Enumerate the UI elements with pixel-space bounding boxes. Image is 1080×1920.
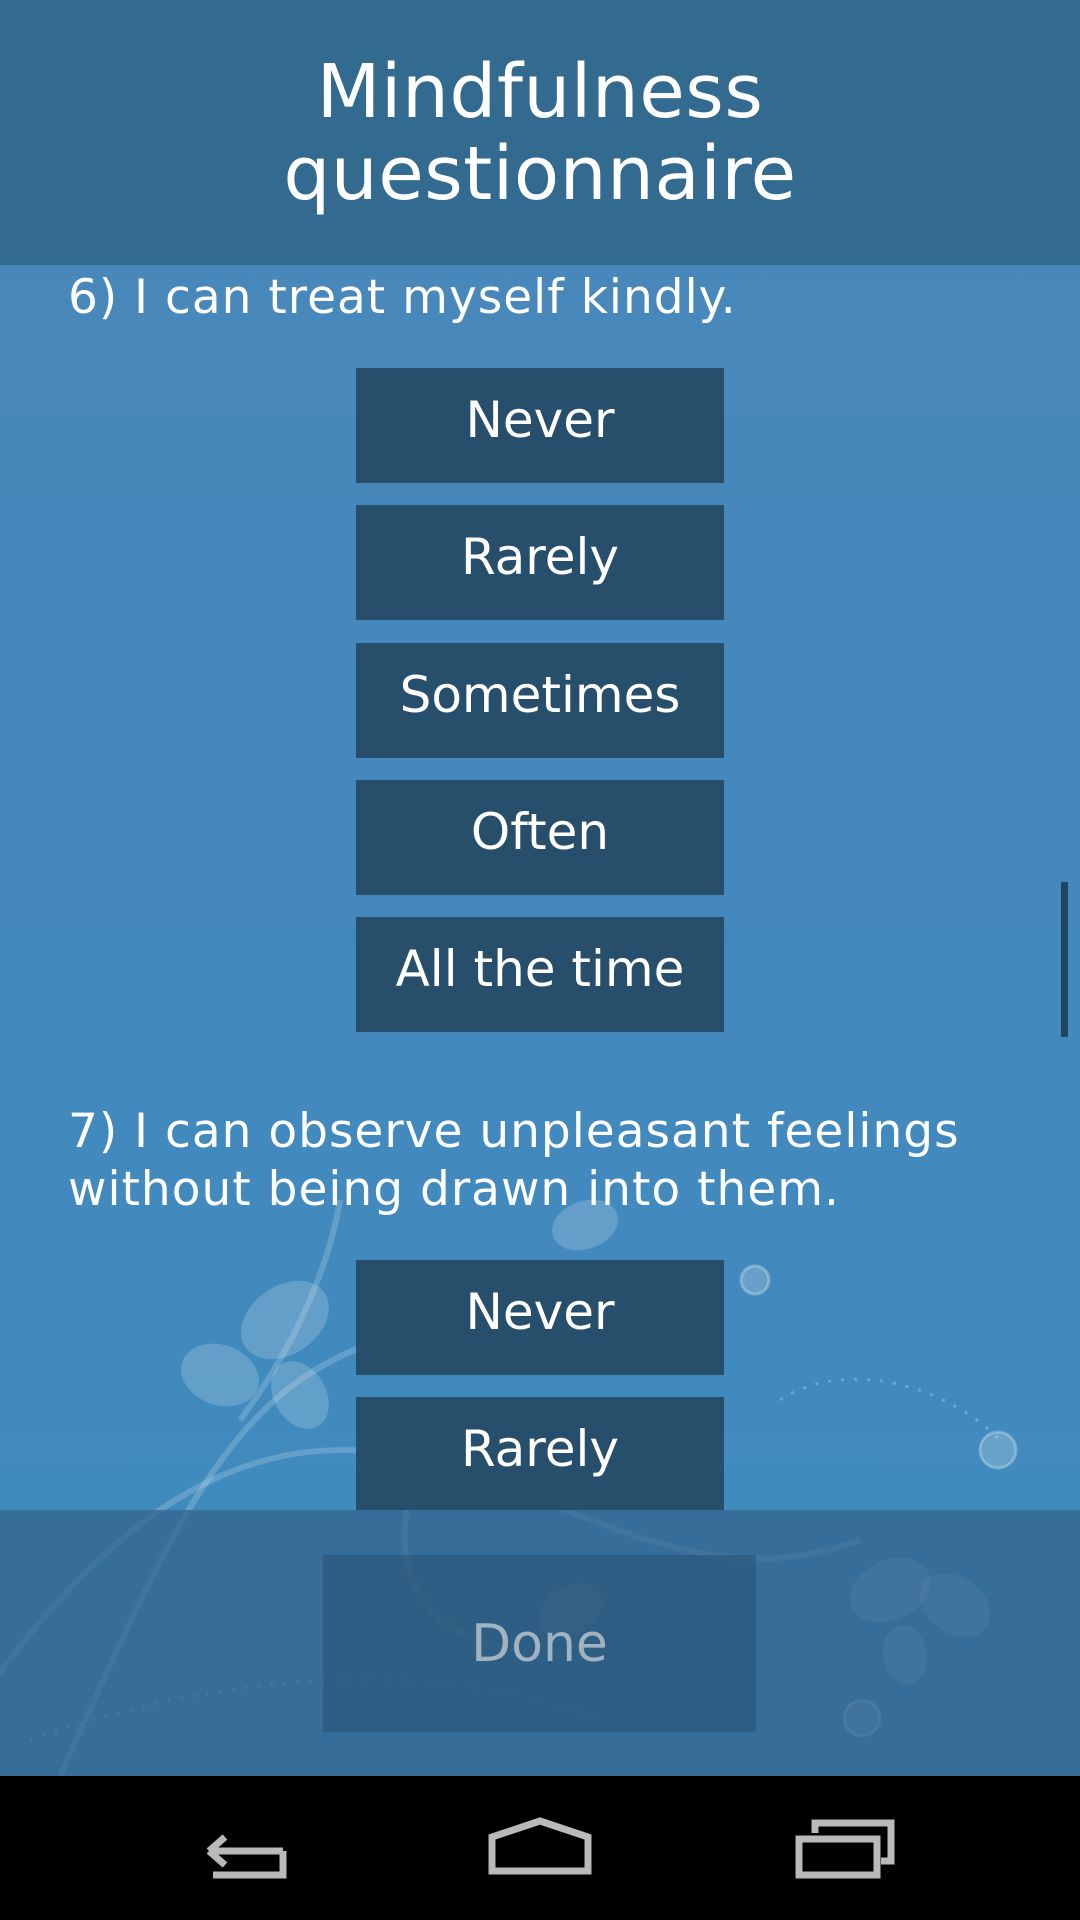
q6-answer-rarely-button[interactable]: Rarely [356, 505, 724, 620]
questionnaire-scroll-area[interactable]: 6) I can treat myself kindly. Never Rare… [0, 265, 1080, 1510]
q7-answer-rarely-button[interactable]: Rarely [356, 1397, 724, 1510]
home-button[interactable] [470, 1798, 610, 1898]
q6-answer-all-the-time-button[interactable]: All the time [356, 917, 724, 1032]
done-button[interactable]: Done [323, 1555, 756, 1732]
q6-answer-often-button[interactable]: Often [356, 780, 724, 895]
question-6-text: 6) I can treat myself kindly. [68, 270, 737, 325]
system-navigation-bar [0, 1776, 1080, 1920]
footer-bar: Done [0, 1510, 1080, 1776]
back-icon [206, 1834, 287, 1879]
page-title: Mindfulness questionnaire [283, 48, 797, 217]
q7-answer-never-button[interactable]: Never [356, 1260, 724, 1375]
home-icon [488, 1817, 592, 1875]
app-screen: Mindfulness questionnaire 6) I can treat… [0, 0, 1080, 1776]
q6-answer-sometimes-button[interactable]: Sometimes [356, 643, 724, 758]
recent-apps-icon [795, 1819, 895, 1879]
recent-apps-button[interactable] [775, 1798, 915, 1898]
question-7-text: 7) I can observe unpleasant feelings wit… [68, 1104, 960, 1217]
back-button[interactable] [170, 1798, 310, 1898]
app-header: Mindfulness questionnaire [0, 0, 1080, 265]
q6-answer-never-button[interactable]: Never [356, 368, 724, 483]
scrollbar-thumb[interactable] [1061, 882, 1068, 1037]
